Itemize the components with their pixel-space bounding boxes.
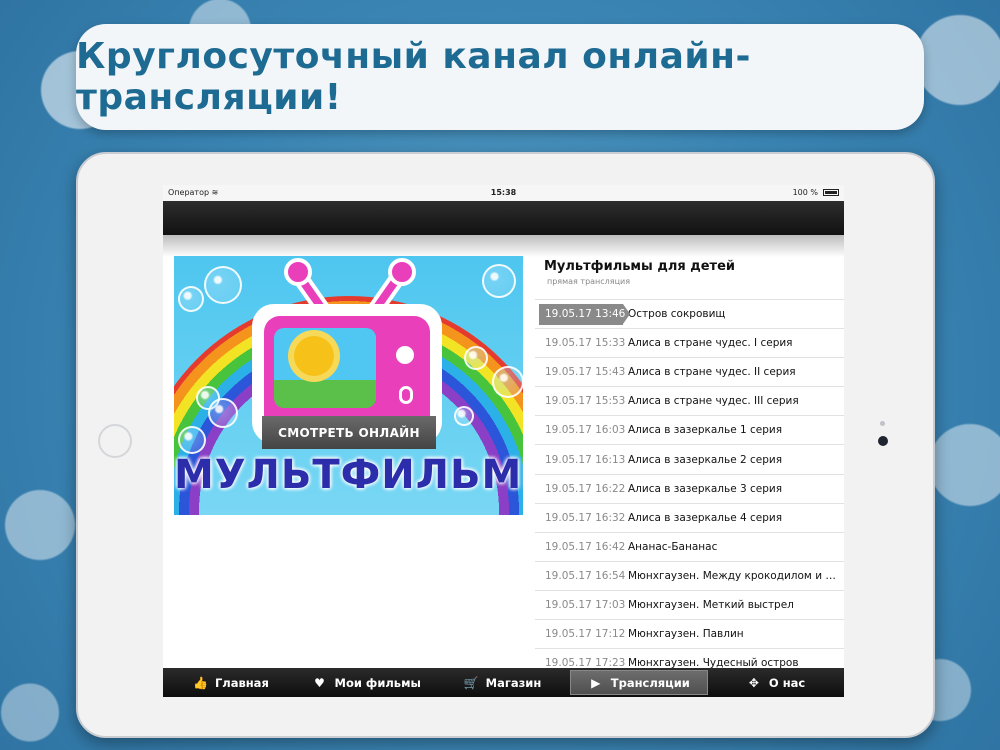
app-screen: Оператор ≋ 15:38 100 % СМОТРЕТЬ ОНЛАЙН М… — [163, 185, 844, 697]
tab-label: Трансляции — [610, 675, 690, 690]
battery-percent: 100 % — [792, 188, 818, 197]
nav-shadow — [163, 235, 844, 257]
schedule-row[interactable]: 19.05.17 16:54 Мюнхгаузен. Между крокодил… — [535, 560, 844, 590]
sun-graphic — [294, 336, 334, 376]
tab-2[interactable]: 🛒 Магазин — [435, 668, 571, 697]
schedule-row-current[interactable]: 19.05.17 13:46 Остров сокровищ — [535, 299, 844, 328]
channel-subtitle: прямая трансляция — [547, 277, 631, 286]
schedule-datetime: 19.05.17 17:03 — [545, 598, 626, 611]
schedule-row[interactable]: 19.05.17 16:42 Ананас-Бананас — [535, 531, 844, 561]
schedule-datetime: 19.05.17 13:46 — [545, 308, 626, 321]
watch-online-button[interactable]: СМОТРЕТЬ ОНЛАЙН — [262, 416, 436, 449]
schedule-datetime: 19.05.17 16:13 — [545, 453, 626, 466]
schedule-list: 19.05.17 13:46 Остров сокровищ 19.05.17 15… — [535, 299, 844, 677]
thumbs-up-icon: 👍 — [192, 675, 208, 690]
schedule-datetime: 19.05.17 16:22 — [545, 482, 626, 495]
tab-0[interactable]: 👍 Главная — [163, 668, 299, 697]
bubble — [178, 286, 204, 312]
schedule-program-name: Мюнхгаузен. Меткий выстрел — [628, 598, 794, 611]
schedule-datetime: 19.05.17 15:33 — [545, 337, 626, 350]
sensor-dot — [880, 421, 885, 426]
schedule-program-name: Мюнхгаузен. Павлин — [628, 628, 744, 641]
schedule-row[interactable]: 19.05.17 15:53 Алиса в стране чудес. III … — [535, 386, 844, 415]
tab-label: Главная — [214, 675, 269, 690]
schedule-datetime: 19.05.17 16:32 — [545, 511, 626, 524]
bubble — [464, 346, 488, 370]
nav-bar — [163, 201, 844, 235]
bubble — [482, 264, 516, 298]
bubble — [492, 366, 523, 398]
schedule-program-name: Ананас-Бананас — [628, 540, 718, 553]
battery-icon — [823, 189, 839, 196]
tv-knob — [396, 346, 414, 364]
schedule-program-name: Алиса в зазеркалье 3 серия — [628, 482, 783, 495]
heart-icon: ♥ — [314, 675, 325, 690]
schedule-program-name: Алиса в зазеркалье 2 серия — [628, 453, 783, 466]
bubble — [454, 406, 474, 426]
schedule-program-name: Алиса в стране чудес. I серия — [628, 337, 793, 350]
schedule-datetime: 19.05.17 16:42 — [545, 540, 626, 553]
schedule-program-name: Алиса в зазеркалье 1 серия — [628, 424, 783, 437]
schedule-row[interactable]: 19.05.17 17:12 Мюнхгаузен. Павлин — [535, 619, 844, 648]
schedule-row[interactable]: 19.05.17 17:03 Мюнхгаузен. Меткий выстрел — [535, 589, 844, 619]
tab-label: О нас — [768, 675, 806, 690]
schedule-row[interactable]: 19.05.17 16:32 Алиса в зазеркалье 4 серия — [535, 502, 844, 532]
schedule-row[interactable]: 19.05.17 15:43 Алиса в стране чудес. II с… — [535, 357, 844, 386]
tab-label: Магазин — [485, 675, 542, 690]
play-circle-icon: ▶ — [591, 675, 601, 690]
tab-3[interactable]: ▶ Трансляции — [570, 670, 709, 695]
tv-antenna-ball — [284, 258, 312, 286]
tv-antenna-ball — [388, 258, 416, 286]
channel-title: Мультфильмы для детей — [544, 259, 736, 274]
schedule-program-name: Мюнхгаузен. Между крокодилом и л... — [628, 569, 843, 582]
schedule-row[interactable]: 19.05.17 16:22 Алиса в зазеркалье 3 серия — [535, 473, 844, 503]
tab-4[interactable]: ✥ О нас — [708, 668, 844, 697]
tv-knob — [399, 386, 413, 404]
tab-1[interactable]: ♥ Мои фильмы — [299, 668, 435, 697]
schedule-datetime: 19.05.17 16:54 — [545, 569, 626, 582]
status-bar: Оператор ≋ 15:38 100 % — [163, 185, 844, 201]
schedule-row[interactable]: 19.05.17 16:03 Алиса в зазеркалье 1 серия — [535, 415, 844, 444]
home-button — [98, 424, 132, 458]
schedule-program-name: Алиса в стране чудес. III серия — [628, 395, 799, 408]
promo-headline-text: Круглосуточный канал онлайн-трансляции! — [76, 36, 751, 118]
schedule-datetime: 19.05.17 15:53 — [545, 395, 626, 408]
status-time: 15:38 — [490, 188, 517, 197]
schedule-datetime: 19.05.17 17:12 — [545, 628, 626, 641]
tab-bar: 👍 Главная ♥ Мои фильмы 🛒 Магазин ▶ Трансляции ✥ О… — [163, 668, 844, 697]
tab-label: Мои фильмы — [334, 675, 421, 690]
schedule-program-name: Алиса в стране чудес. II серия — [628, 366, 796, 379]
schedule-row[interactable]: 19.05.17 15:33 Алиса в стране чудес. I се… — [535, 328, 844, 357]
bubble — [178, 426, 206, 454]
schedule-program-name: Остров сокровищ — [628, 308, 726, 321]
schedule-datetime: 19.05.17 16:03 — [545, 424, 626, 437]
channel-poster[interactable]: СМОТРЕТЬ ОНЛАЙН МУЛЬТФИЛЬМЫ — [174, 256, 523, 515]
poster-title: МУЛЬТФИЛЬМЫ — [174, 452, 523, 498]
bubble — [204, 266, 242, 304]
promo-headline-banner: Круглосуточный канал онлайн-трансляции! — [76, 24, 924, 130]
cart-icon: 🛒 — [463, 675, 479, 690]
schedule-program-name: Алиса в зазеркалье 4 серия — [628, 511, 783, 524]
schedule-datetime: 19.05.17 15:43 — [545, 366, 626, 379]
schedule-row[interactable]: 19.05.17 16:13 Алиса в зазеркалье 2 серия — [535, 444, 844, 473]
expand-icon: ✥ — [748, 675, 759, 690]
camera-dot — [878, 436, 888, 446]
bubble — [208, 398, 238, 428]
